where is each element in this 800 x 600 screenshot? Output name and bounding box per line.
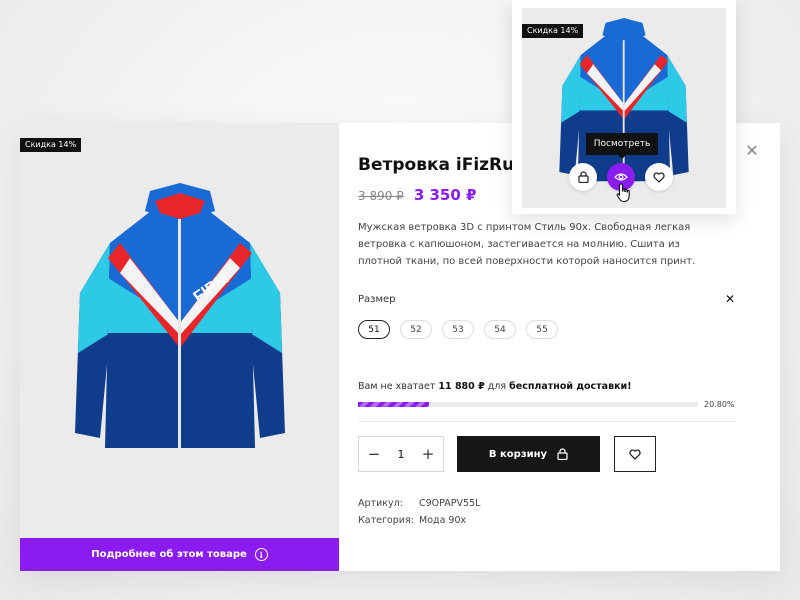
shipping-progress-fill (358, 402, 429, 407)
free-shipping-message: Вам не хватает 11 880 ₽ для бесплатной д… (358, 381, 632, 392)
shipping-middle: для (487, 381, 507, 392)
close-icon[interactable]: ✕ (725, 292, 735, 306)
quick-view-tooltip: Посмотреть (586, 133, 658, 159)
lock-icon (557, 448, 568, 460)
size-option-53[interactable]: 53 (442, 320, 474, 339)
size-label: Размер (358, 294, 396, 305)
discount-badge: Скидка 14% (20, 138, 82, 152)
lock-icon (577, 171, 589, 183)
hand-cursor-icon (616, 183, 630, 202)
size-option-55[interactable]: 55 (526, 320, 558, 339)
info-icon: i (254, 548, 268, 561)
eye-icon (614, 173, 628, 181)
quantity-value[interactable]: 1 (398, 448, 405, 461)
product-description: Мужская ветровка 3D с принтом Стиль 90х.… (358, 222, 696, 267)
add-to-cart-label: В корзину (488, 448, 548, 460)
price-row: 3 890 ₽ 3 350 ₽ (358, 186, 476, 204)
product-image-panel: Скидка 14% FIRM Подробнее об этом товаре… (20, 123, 339, 571)
add-to-wishlist-button[interactable] (614, 436, 656, 472)
size-options: 51 52 53 54 55 (358, 320, 558, 339)
size-option-52[interactable]: 52 (400, 320, 432, 339)
more-info-label: Подробнее об этом товаре (91, 549, 247, 560)
card-discount-badge: Скидка 14% (522, 24, 584, 38)
shipping-progress-bar (358, 402, 698, 407)
sku-row: Артикул: C9OPAPV55L (358, 495, 480, 512)
shipping-progress-percent: 20.80% (704, 400, 735, 409)
product-image: FIRM (75, 183, 285, 448)
quantity-increase-button[interactable]: + (421, 445, 435, 463)
card-cart-button[interactable] (569, 163, 597, 191)
card-wishlist-button[interactable] (645, 163, 673, 191)
heart-icon (653, 171, 665, 183)
category-value[interactable]: Мода 90х (419, 512, 466, 529)
sku-value: C9OPAPV55L (419, 498, 481, 509)
quantity-stepper: − 1 + (358, 436, 444, 472)
more-info-button[interactable]: Подробнее об этом товаре i (20, 538, 339, 571)
add-to-cart-button[interactable]: В корзину (457, 436, 600, 472)
shipping-amount: 11 880 ₽ (438, 381, 485, 392)
sku-label: Артикул: (358, 498, 403, 509)
quantity-decrease-button[interactable]: − (367, 445, 381, 463)
divider (358, 421, 735, 422)
shipping-prefix: Вам не хватает (358, 381, 436, 392)
size-option-51[interactable]: 51 (358, 320, 390, 339)
category-label: Категория: (358, 515, 414, 526)
old-price: 3 890 ₽ (358, 189, 404, 203)
product-title: Ветровка iFizRuk (358, 155, 526, 175)
product-meta: Артикул: C9OPAPV55L Категория: Мода 90х (358, 495, 480, 529)
size-option-54[interactable]: 54 (484, 320, 516, 339)
heart-icon (629, 448, 641, 460)
shipping-target: бесплатной доставки! (509, 381, 632, 392)
category-row: Категория: Мода 90х (358, 512, 480, 529)
new-price: 3 350 ₽ (413, 186, 477, 204)
